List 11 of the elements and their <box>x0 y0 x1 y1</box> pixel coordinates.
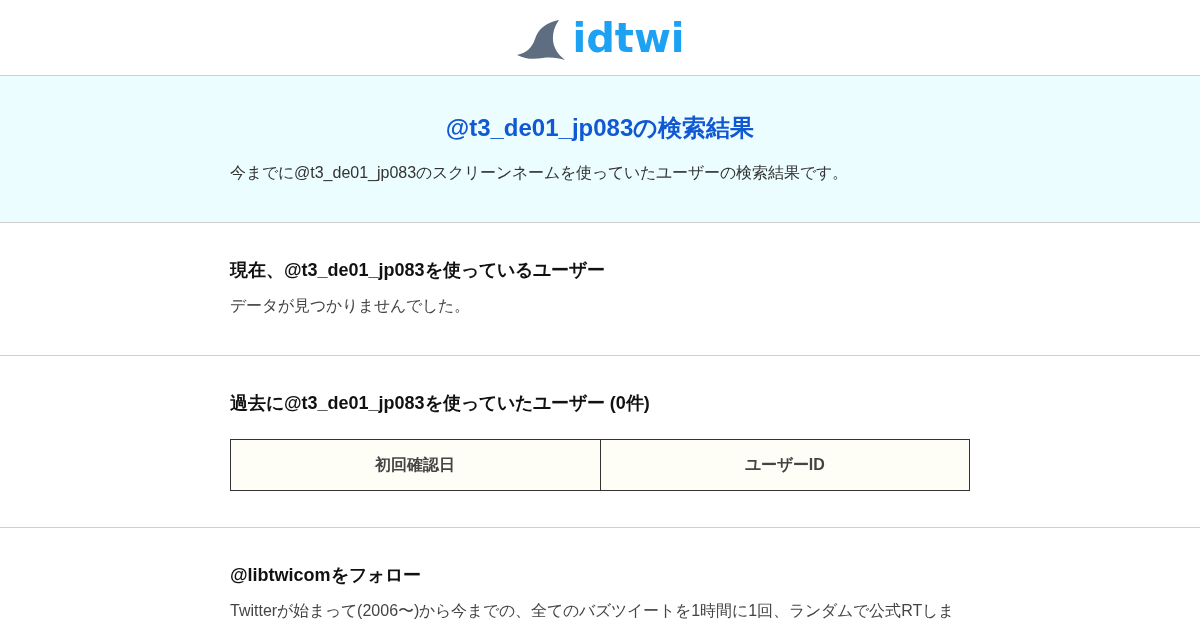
table-header-cell: 初回確認日 <box>230 439 600 491</box>
shark-fin-icon <box>517 19 566 60</box>
table-header-cell: ユーザーID <box>600 439 970 491</box>
section-heading: @libtwicomをフォロー <box>230 564 422 587</box>
section-heading: 過去に@t3_de01_jp083を使っていたユーザー (0件) <box>230 392 651 415</box>
section-text: データが見つかりませんでした。 <box>230 296 471 316</box>
section-text: Twitterが始まって(2006〜)から今までの、全てのバズツイートを1時間に1回、ランダムで公式RTしま <box>230 601 956 621</box>
page-title: @t3_de01_jp083の検索結果 <box>444 113 756 143</box>
section-heading: 現在、@t3_de01_jp083を使っているユーザー <box>230 259 606 282</box>
description-text: 今までに@t3_de01_jp083のスクリーンネームを使っていたユーザーの検索結果です。 <box>230 163 850 183</box>
logo-text[interactable]: idtwi <box>572 17 685 58</box>
